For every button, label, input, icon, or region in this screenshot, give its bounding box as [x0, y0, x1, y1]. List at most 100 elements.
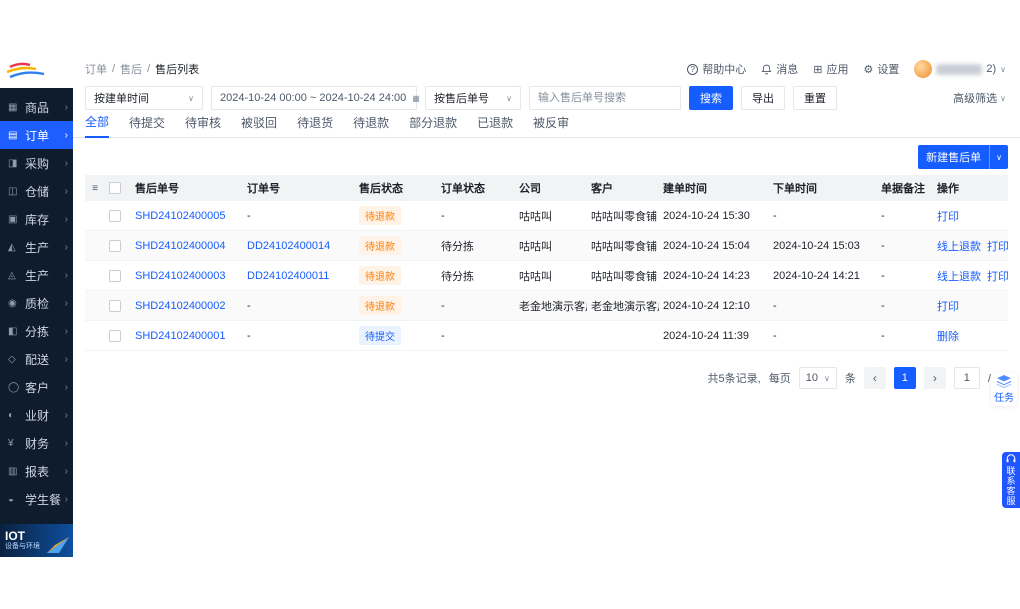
sidebar-menu: ▦ 商品 › ▤ 订单 › ◨ 采购 › ◫ 仓储 › ▣ 库存 › ◭ 生产 › ◬ 生产 › ◉ 质检 › … — [0, 88, 73, 524]
after-sale-no-link[interactable]: SHD24102400003 — [135, 270, 226, 282]
tab-rejected[interactable]: 被驳回 — [241, 114, 277, 137]
op-link[interactable]: 打印 — [987, 271, 1008, 283]
status-badge: 待提交 — [359, 326, 401, 345]
company: 咕咕叫 — [519, 240, 552, 253]
sidebar-item-inventory[interactable]: ▣ 库存 › — [0, 205, 73, 233]
customer: 咕咕叫零食铺 — [591, 270, 657, 283]
sidebar-item-qc[interactable]: ◉ 质检 › — [0, 289, 73, 317]
op-link[interactable]: 线上退款 — [937, 271, 981, 283]
new-after-sale-button[interactable]: 新建售后单 ∨ — [918, 145, 1008, 169]
search-button[interactable]: 搜索 — [689, 86, 733, 110]
row-checkbox[interactable] — [109, 329, 121, 342]
page-1-button[interactable]: 1 — [893, 367, 916, 389]
export-button[interactable]: 导出 — [741, 86, 785, 110]
sidebar-item-production-2[interactable]: ◬ 生产 › — [0, 261, 73, 289]
order-status: - — [441, 329, 445, 342]
row-checkbox[interactable] — [109, 299, 121, 312]
sidebar-item-finance[interactable]: ¥ 财务 › — [0, 429, 73, 457]
per-page-label: 每页 — [768, 373, 791, 385]
finance-icon: ¥ — [8, 437, 14, 449]
advanced-filter-toggle[interactable]: 高级筛选 ∨ — [953, 90, 1006, 106]
sidebar-item-student-meals[interactable]: ◒ 学生餐 › — [0, 485, 73, 513]
breadcrumb-section[interactable]: 售后 — [120, 61, 142, 77]
app-window: ▦ 商品 › ▤ 订单 › ◨ 采购 › ◫ 仓储 › ▣ 库存 › ◭ 生产 › ◬ 生产 › ◉ 质检 › … — [0, 55, 1020, 557]
date-range-picker[interactable]: 2024-10-24 00:00 ~ 2024-10-24 24:00 ▦ — [211, 86, 420, 110]
settings-button[interactable]: ⚙ 设置 — [863, 61, 899, 77]
sidebar-item-products[interactable]: ▦ 商品 › — [0, 93, 73, 121]
order-status: - — [441, 209, 445, 222]
messages-button[interactable]: 消息 — [761, 61, 798, 77]
page-jump-input[interactable]: 1 — [953, 367, 980, 389]
apps-button[interactable]: ⊞ 应用 — [813, 61, 848, 77]
row-checkbox[interactable] — [109, 209, 121, 222]
sidebar-item-orders[interactable]: ▤ 订单 › — [0, 121, 73, 149]
op-link[interactable]: 打印 — [937, 211, 959, 223]
col-created-at: 建单时间 — [663, 183, 707, 195]
company: 老金地演示客户1 — [519, 300, 587, 313]
contact-service-button[interactable]: 联系客服 — [1002, 452, 1020, 508]
tab-review-reversed[interactable]: 被反审 — [533, 114, 569, 137]
after-sale-no-link[interactable]: SHD24102400001 — [135, 330, 226, 342]
breadcrumb-root[interactable]: 订单 — [85, 61, 107, 77]
chevron-right-icon: › — [64, 241, 68, 253]
task-float-button[interactable]: 任务 — [991, 372, 1017, 406]
chevron-down-icon: ∨ — [1000, 93, 1006, 103]
op-link[interactable]: 打印 — [937, 301, 959, 313]
tab-pending-review[interactable]: 待审核 — [185, 114, 221, 137]
customers-icon: ◯ — [8, 381, 20, 393]
warehouse-icon: ◫ — [8, 185, 18, 197]
select-all-checkbox[interactable] — [109, 182, 121, 195]
search-input[interactable] — [529, 86, 681, 110]
tab-pending-submit[interactable]: 待提交 — [129, 114, 165, 137]
op-link[interactable]: 打印 — [987, 241, 1008, 253]
chevron-right-icon: › — [64, 409, 68, 421]
sidebar-item-reports[interactable]: ▥ 报表 › — [0, 457, 73, 485]
order-status: 待分拣 — [441, 240, 474, 253]
order-no[interactable]: DD24102400011 — [247, 270, 329, 282]
sidebar-item-business-finance[interactable]: ◐ 业财 › — [0, 401, 73, 429]
reset-button[interactable]: 重置 — [793, 86, 837, 110]
prev-page-button[interactable]: ‹ — [863, 367, 886, 389]
help-center-button[interactable]: ? 帮助中心 — [687, 61, 746, 77]
time-type-select[interactable]: 按建单时间 ∨ — [85, 86, 203, 110]
op-link[interactable]: 删除 — [937, 331, 959, 343]
sidebar-item-purchase[interactable]: ◨ 采购 › — [0, 149, 73, 177]
qc-icon: ◉ — [8, 297, 17, 309]
order-no[interactable]: DD24102400014 — [247, 240, 330, 252]
op-link[interactable]: 线上退款 — [937, 241, 981, 253]
chevron-down-icon: ∨ — [1000, 64, 1006, 74]
chevron-right-icon: › — [64, 185, 68, 197]
per-page-select[interactable]: 10 ∨ — [798, 367, 837, 389]
user-menu[interactable]: 2) ∨ — [914, 60, 1006, 78]
chevron-right-icon: › — [64, 465, 68, 477]
tab-refunded[interactable]: 已退款 — [477, 114, 513, 137]
row-checkbox[interactable] — [109, 239, 121, 252]
help-icon: ? — [687, 63, 699, 75]
paper-plane-icon — [47, 537, 69, 553]
order-no: - — [247, 299, 251, 312]
tab-partial-refund[interactable]: 部分退款 — [409, 114, 457, 137]
next-page-button[interactable]: › — [923, 367, 946, 389]
chevron-right-icon: › — [64, 325, 68, 337]
after-sale-no-link[interactable]: SHD24102400004 — [135, 240, 226, 252]
production-icon: ◭ — [8, 241, 16, 253]
after-sale-no-link[interactable]: SHD24102400005 — [135, 210, 226, 222]
breadcrumb: 订单 / 售后 / 售后列表 — [85, 61, 199, 77]
row-checkbox[interactable] — [109, 269, 121, 282]
after-sale-no-link[interactable]: SHD24102400002 — [135, 300, 226, 312]
after-sale-table: ≡ 售后单号 订单号 售后状态 订单状态 公司 客户 建单时间 下单时间 单据备… — [85, 175, 1008, 351]
sidebar-item-production[interactable]: ◭ 生产 › — [0, 233, 73, 261]
sidebar-item-warehouse[interactable]: ◫ 仓储 › — [0, 177, 73, 205]
sidebar-item-sorting[interactable]: ◧ 分拣 › — [0, 317, 73, 345]
layers-icon — [996, 375, 1012, 388]
products-icon: ▦ — [8, 101, 18, 113]
sidebar-item-customers[interactable]: ◯ 客户 › — [0, 373, 73, 401]
tab-pending-return[interactable]: 待退货 — [297, 114, 333, 137]
search-type-select[interactable]: 按售后单号 ∨ — [425, 86, 521, 110]
sidebar-item-delivery[interactable]: ◇ 配送 › — [0, 345, 73, 373]
avatar — [914, 60, 933, 78]
tab-pending-refund[interactable]: 待退款 — [353, 114, 389, 137]
remark: - — [881, 269, 885, 282]
expand-all-icon[interactable]: ≡ — [85, 183, 105, 194]
tab-all[interactable]: 全部 — [85, 113, 110, 138]
